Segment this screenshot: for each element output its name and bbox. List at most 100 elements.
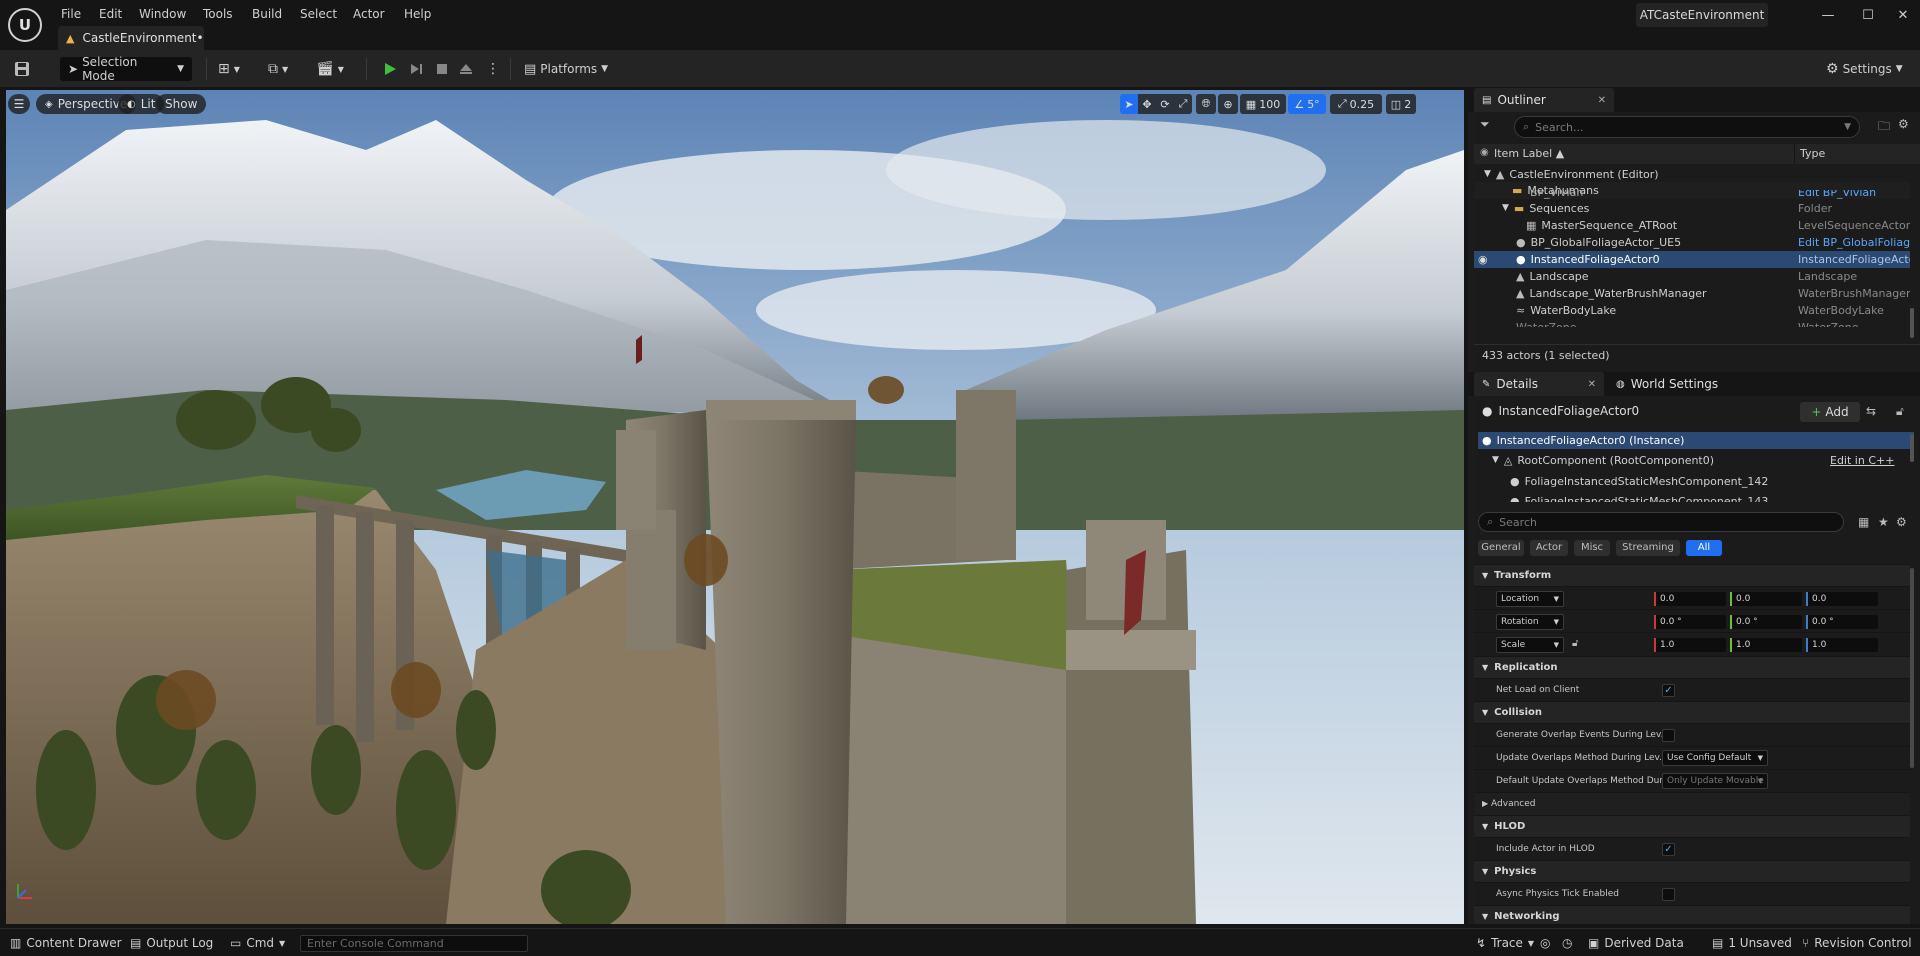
def-overlap-dropdown[interactable]: Only Update Movable ▼ (1662, 773, 1768, 789)
world-space-icon[interactable]: 🌐︎ (1196, 94, 1216, 114)
add-actor-icon[interactable]: ⊞ ▼ (218, 57, 240, 81)
platforms-dropdown[interactable]: ▤ Platforms ▼ (524, 57, 608, 81)
output-log-button[interactable]: ▤ Output Log (130, 934, 213, 952)
scale-x-field[interactable]: 1.0 (1654, 638, 1726, 652)
rotation-snap-button[interactable]: ∠ 5° (1288, 94, 1326, 114)
eye-icon[interactable]: ◉ (1480, 147, 1489, 158)
section-physics[interactable]: ▼ Physics (1474, 860, 1910, 882)
menu-help[interactable]: Help (404, 5, 431, 23)
menu-tools[interactable]: Tools (203, 5, 233, 23)
unreal-logo[interactable]: U (8, 8, 42, 42)
eject-icon[interactable] (458, 57, 474, 81)
rotation-x-field[interactable]: 0.0 ° (1654, 615, 1726, 629)
camera-speed-button[interactable]: ◫ 2 (1386, 94, 1416, 114)
filter-misc[interactable]: Misc (1574, 540, 1610, 556)
console-input[interactable]: Enter Console Command (300, 935, 528, 952)
close-icon[interactable]: ✕ (1891, 5, 1915, 27)
component-row[interactable]: ● InstancedFoliageActor0 (Instance) (1478, 432, 1914, 449)
show-button[interactable]: Show (156, 94, 207, 114)
details-scrollbar[interactable] (1910, 568, 1914, 768)
menu-actor[interactable]: Actor (353, 5, 385, 23)
gear-icon[interactable]: ⚙ (1896, 515, 1907, 529)
component-row[interactable]: ▼ ◬ RootComponent (RootComponent0) Edit in… (1478, 452, 1914, 469)
cmd-dropdown[interactable]: ▭ Cmd ▼ (230, 934, 285, 952)
trace-button[interactable]: ↯ Trace ▼ (1476, 934, 1534, 952)
filter-icon[interactable]: ⏷ (1480, 117, 1490, 132)
location-x-field[interactable]: 0.0 (1654, 592, 1726, 606)
component-row[interactable]: ● FoliageInstancedStaticMeshComponent_142 (1478, 473, 1914, 490)
tab-outliner[interactable]: ▤ Outliner ✕ (1474, 88, 1614, 112)
gen-overlap-checkbox[interactable] (1662, 729, 1675, 742)
derived-data-button[interactable]: ▣ Derived Data (1588, 934, 1684, 952)
async-physics-checkbox[interactable] (1662, 888, 1675, 901)
level-tab[interactable]: ▲ CastleEnvironment• (58, 26, 204, 50)
content-drawer-button[interactable]: ▥ Content Drawer (10, 934, 122, 952)
add-component-button[interactable]: + Add (1800, 402, 1860, 422)
column-item-label[interactable]: Item Label ▲ (1494, 147, 1564, 160)
table-view-icon[interactable]: ▦ (1858, 515, 1869, 529)
list-item-selected[interactable]: ◉ ● InstancedFoliageActor0 InstancedFolia… (1474, 251, 1910, 268)
unsaved-button[interactable]: ▤ 1 Unsaved (1712, 934, 1792, 952)
grid-snap-button[interactable]: ▦ 100 (1240, 94, 1286, 114)
outliner-search-input[interactable]: ⌕ Search... ▼ (1514, 116, 1860, 138)
menu-file[interactable]: File (61, 5, 81, 23)
lock-icon[interactable]: 🔓︎ (1572, 638, 1578, 649)
filter-all[interactable]: All (1686, 540, 1722, 556)
net-load-checkbox[interactable]: ✓ (1662, 684, 1675, 697)
blueprint-icon[interactable]: ⇆ (1866, 404, 1876, 418)
scale-y-field[interactable]: 1.0 (1730, 638, 1802, 652)
upd-overlap-dropdown[interactable]: Use Config Default ▼ (1662, 750, 1768, 766)
location-dropdown[interactable]: Location ▼ (1496, 591, 1564, 607)
scale-tool-icon[interactable]: ⤢ (1174, 94, 1192, 114)
maximize-icon[interactable]: ☐ (1856, 5, 1880, 27)
advanced-row[interactable]: ▶ Advanced (1474, 792, 1910, 815)
eye-icon[interactable]: ◉ (1478, 251, 1488, 268)
translate-tool-icon[interactable]: ✥ (1138, 94, 1156, 114)
filter-actor[interactable]: Actor (1530, 540, 1568, 556)
scale-z-field[interactable]: 1.0 (1806, 638, 1878, 652)
stop-icon[interactable] (434, 57, 450, 81)
close-icon[interactable]: ✕ (1598, 95, 1606, 106)
column-type[interactable]: Type (1800, 147, 1825, 160)
minimize-icon[interactable]: — (1816, 5, 1840, 27)
cinematics-icon[interactable]: 🎬︎ ▼ (316, 57, 344, 81)
gear-icon[interactable]: ⚙ (1898, 117, 1909, 131)
list-item[interactable]: BP_Vivian Edit BP_Vivian (1474, 190, 1910, 200)
outliner-scrollbar[interactable] (1910, 308, 1914, 338)
list-item[interactable]: ▼ ▬ Sequences Folder (1474, 200, 1910, 217)
play-options-icon[interactable]: ⋮ (486, 57, 500, 81)
scale-dropdown[interactable]: Scale ▼ (1496, 637, 1564, 653)
menu-window[interactable]: Window (139, 5, 186, 23)
surface-snap-icon[interactable]: ⊕ (1218, 94, 1238, 114)
tab-details[interactable]: ✎ Details ✕ (1474, 372, 1604, 396)
lock-icon[interactable]: 🔓︎ (1896, 404, 1904, 419)
list-item[interactable]: ● BP_GlobalFoliageActor_UE5 Edit BP_Globa… (1474, 234, 1910, 251)
scale-snap-button[interactable]: ⤢ 0.25 (1330, 94, 1382, 114)
menu-build[interactable]: Build (252, 5, 282, 23)
rotation-y-field[interactable]: 0.0 ° (1730, 615, 1802, 629)
select-tool-icon[interactable]: ➤ (1120, 94, 1138, 114)
camera-icon[interactable]: ◷ (1562, 934, 1572, 952)
save-icon[interactable] (14, 57, 30, 81)
location-z-field[interactable]: 0.0 (1806, 592, 1878, 606)
list-item[interactable]: ▼ ▲ CastleEnvironment (Editor) (1474, 166, 1910, 183)
selection-mode-dropdown[interactable]: ➤ Selection Mode ▼ (60, 55, 192, 83)
details-search-input[interactable]: ⌕ Search (1478, 512, 1844, 532)
list-item[interactable]: ▲ Landscape Landscape (1474, 268, 1910, 285)
location-y-field[interactable]: 0.0 (1730, 592, 1802, 606)
viewport-menu-icon[interactable]: ☰ (8, 94, 30, 114)
play-icon[interactable] (382, 57, 398, 81)
components-scrollbar[interactable] (1910, 434, 1914, 462)
record-icon[interactable]: ◎ (1540, 934, 1550, 952)
settings-dropdown[interactable]: ⚙ Settings ▼ (1826, 57, 1903, 81)
rotate-tool-icon[interactable]: ⟳ (1156, 94, 1174, 114)
filter-streaming[interactable]: Streaming (1616, 540, 1680, 556)
include-hlod-checkbox[interactable]: ✓ (1662, 843, 1675, 856)
add-folder-icon[interactable]: 🗀︎ (1878, 117, 1890, 138)
rotation-z-field[interactable]: 0.0 ° (1806, 615, 1878, 629)
close-icon[interactable]: ✕ (1588, 379, 1596, 390)
menu-edit[interactable]: Edit (99, 5, 122, 23)
section-hlod[interactable]: ▼ HLOD (1474, 815, 1910, 837)
list-item[interactable]: ▲ Landscape_WaterBrushManager WaterBrushM… (1474, 285, 1910, 302)
star-icon[interactable]: ★ (1878, 515, 1889, 529)
